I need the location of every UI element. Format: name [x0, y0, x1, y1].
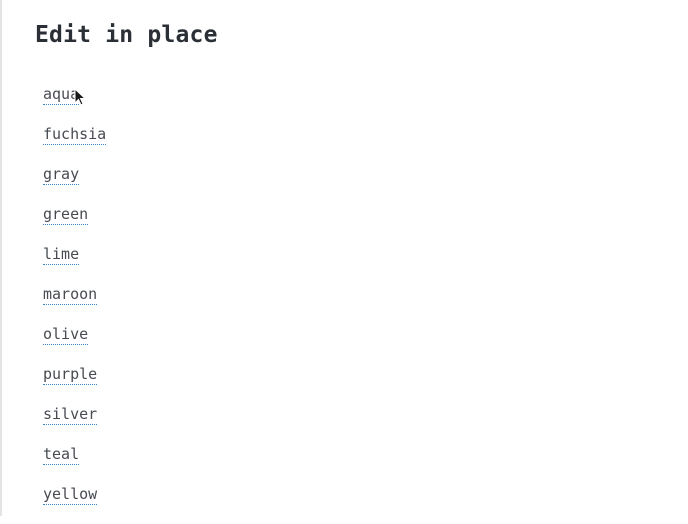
list-item: yellow [43, 484, 106, 524]
page-frame: Edit in place aqua fuchsia gray green li… [0, 0, 688, 516]
list-item: fuchsia [43, 124, 107, 164]
page-title: Edit in place [35, 22, 218, 48]
editable-list: aqua fuchsia gray green lime maroon oliv… [43, 84, 107, 524]
editable-item-green[interactable]: green [43, 204, 89, 225]
list-item: purple [43, 364, 106, 404]
list-item: maroon [43, 284, 106, 324]
editable-item-yellow[interactable]: yellow [43, 484, 98, 505]
editable-item-purple[interactable]: purple [43, 364, 98, 385]
list-item: lime [43, 244, 106, 284]
editable-item-gray[interactable]: gray [43, 164, 80, 185]
editable-item-fuchsia[interactable]: fuchsia [43, 124, 107, 145]
list-item: olive [43, 324, 106, 364]
editable-item-teal[interactable]: teal [43, 444, 80, 465]
list-item: green [43, 204, 106, 244]
editable-item-lime[interactable]: lime [43, 244, 80, 265]
editable-item-olive[interactable]: olive [43, 324, 89, 345]
editable-item-silver[interactable]: silver [43, 404, 98, 425]
list-item: gray [43, 164, 106, 204]
list-item: aqua [43, 84, 106, 124]
editable-item-aqua[interactable]: aqua [43, 84, 80, 105]
list-item: teal [43, 444, 106, 484]
editable-item-maroon[interactable]: maroon [43, 284, 98, 305]
list-item: silver [43, 404, 106, 444]
